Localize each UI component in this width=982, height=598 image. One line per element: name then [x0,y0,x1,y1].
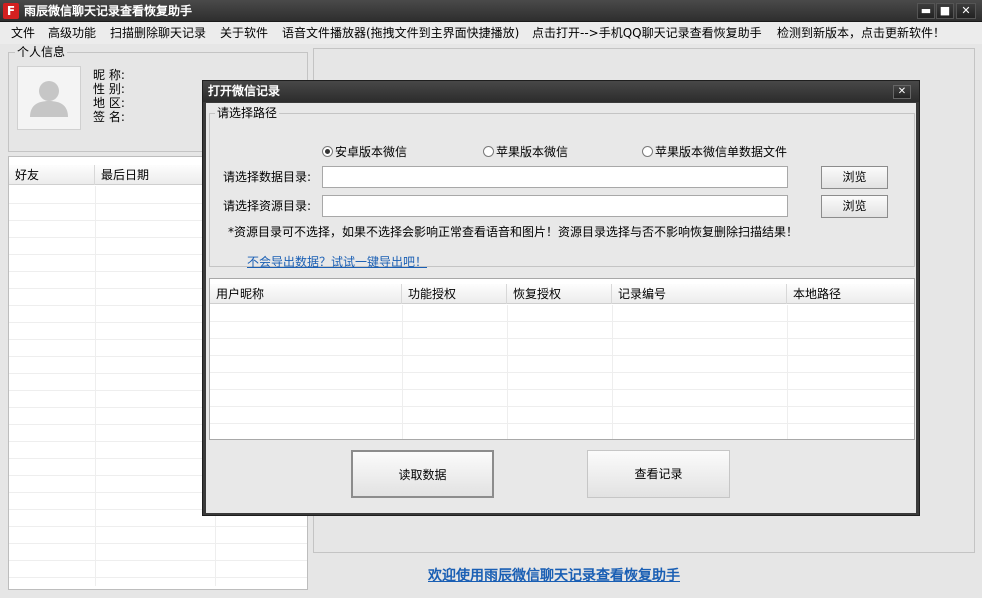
grid-line [9,526,307,527]
app-logo-icon: F [3,3,19,19]
grid-line [210,389,914,390]
path-group-caption: 请选择路径 [215,106,280,120]
grid-line [9,560,307,561]
browse-res-button[interactable]: 浏览 [821,195,888,218]
menu-voice-player[interactable]: 语音文件播放器(拖拽文件到主界面快捷播放) [282,26,519,40]
menu-scan-deleted[interactable]: 扫描删除聊天记录 [110,26,206,40]
column-header-recovery-auth[interactable]: 恢复授权 [507,284,612,304]
grid-line [210,423,914,424]
avatar-icon [17,66,81,130]
column-header-local-path[interactable]: 本地路径 [787,284,914,304]
radio-ios[interactable]: 苹果版本微信 [483,145,568,159]
radio-android[interactable]: 安卓版本微信 [322,145,407,159]
export-help-link[interactable]: 不会导出数据？试试一键导出吧！ [247,255,427,269]
records-table[interactable]: 用户昵称 功能授权 恢复授权 记录编号 本地路径 [209,278,915,440]
menu-file[interactable]: 文件 [11,26,35,40]
window-title: 雨辰微信聊天记录查看恢复助手 [24,4,193,18]
path-group [209,113,915,267]
menu-about[interactable]: 关于软件 [220,26,268,40]
grid-line [9,577,307,578]
grid-line [9,543,307,544]
dialog-body: 请选择路径 安卓版本微信 苹果版本微信 苹果版本微信单数据文件 请选择数据目录:… [206,103,916,513]
data-dir-input[interactable] [322,166,788,188]
data-dir-label: 请选择数据目录: [223,170,312,184]
grid-line [210,355,914,356]
radio-ios-single-file-label: 苹果版本微信单数据文件 [655,145,788,159]
records-table-header: 用户昵称 功能授权 恢复授权 记录编号 本地路径 [210,284,914,304]
column-header-friend[interactable]: 好友 [9,165,95,185]
region-label: 地 区: [93,96,125,110]
open-record-dialog: 打开微信记录 ✕ 请选择路径 安卓版本微信 苹果版本微信 苹果版本微信单数据文件… [202,80,920,516]
dialog-close-button[interactable]: ✕ [893,85,911,99]
menu-update[interactable]: 检测到新版本，点击更新软件！ [777,26,945,40]
read-data-button[interactable]: 读取数据 [351,450,494,498]
radio-ios-label: 苹果版本微信 [496,145,569,159]
res-dir-input[interactable] [322,195,788,217]
dialog-titlebar[interactable]: 打开微信记录 ✕ [203,81,919,102]
maximize-button[interactable]: ■ [936,3,954,19]
gender-label: 性 别: [93,82,125,96]
column-header-record-id[interactable]: 记录编号 [612,284,787,304]
menu-bar: 文件 高级功能 扫描删除聊天记录 关于软件 语音文件播放器(拖拽文件到主界面快捷… [0,22,982,44]
signature-label: 签 名: [93,110,125,124]
radio-dot-icon [642,146,653,157]
radio-dot-icon [483,146,494,157]
welcome-link[interactable]: 欢迎使用雨辰微信聊天记录查看恢复助手 [428,565,680,585]
nickname-label: 昵 称: [93,68,125,82]
resource-note: *资源目录可不选择，如果不选择会影响正常查看语音和图片！资源目录选择与否不影响恢… [228,225,799,239]
minimize-button[interactable]: ▬ [917,3,935,19]
grid-line [210,338,914,339]
column-header-user-nickname[interactable]: 用户昵称 [210,284,402,304]
grid-line [210,321,914,322]
radio-ios-single-file[interactable]: 苹果版本微信单数据文件 [642,145,787,159]
view-records-button[interactable]: 查看记录 [587,450,730,498]
profile-group-caption: 个人信息 [15,45,68,59]
menu-open-qq-helper[interactable]: 点击打开-->手机QQ聊天记录查看恢复助手 [532,26,762,40]
dialog-title: 打开微信记录 [208,84,281,98]
main-titlebar[interactable]: F 雨辰微信聊天记录查看恢复助手 ▬ ■ ✕ [0,0,982,22]
menu-advanced[interactable]: 高级功能 [48,26,96,40]
close-button[interactable]: ✕ [956,3,976,19]
column-header-function-auth[interactable]: 功能授权 [402,284,507,304]
browse-data-button[interactable]: 浏览 [821,166,888,189]
grid-line [210,406,914,407]
res-dir-label: 请选择资源目录: [223,199,312,213]
grid-line [210,372,914,373]
radio-android-label: 安卓版本微信 [335,145,408,159]
radio-dot-icon [322,146,333,157]
